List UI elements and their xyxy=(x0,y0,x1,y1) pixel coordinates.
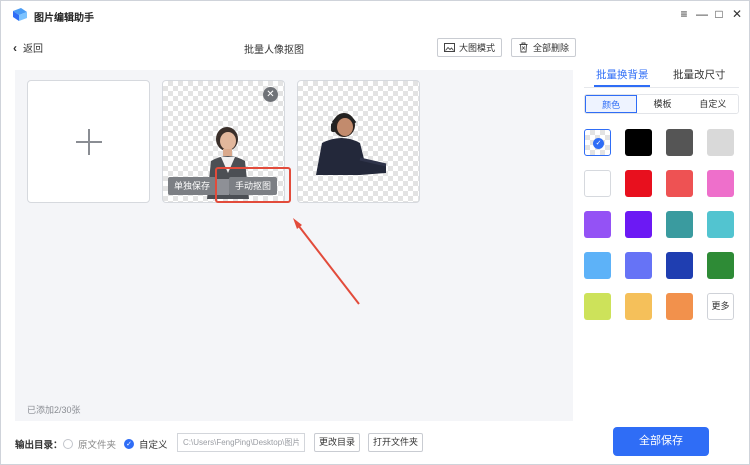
toolbar: ‹ 返回 批量人像抠图 大图模式 全部删除 xyxy=(1,35,576,59)
subtab-template[interactable]: 模板 xyxy=(637,95,688,113)
chevron-left-icon: ‹ xyxy=(13,40,17,55)
subtab-custom[interactable]: 自定义 xyxy=(687,95,738,113)
delete-all-label: 全部删除 xyxy=(533,43,570,53)
back-label: 返回 xyxy=(23,44,43,55)
color-swatch[interactable] xyxy=(707,129,734,156)
color-swatch[interactable] xyxy=(625,293,652,320)
close-window-button[interactable]: ✕ xyxy=(730,7,744,21)
app-logo-icon xyxy=(13,8,27,21)
tab-batch-resize[interactable]: 批量改尺寸 xyxy=(673,67,726,82)
change-dir-button[interactable]: 更改目录 xyxy=(314,433,361,452)
color-swatch[interactable] xyxy=(584,252,611,279)
large-view-button[interactable]: 大图模式 xyxy=(437,38,503,57)
radio-checked-icon: ✓ xyxy=(124,439,134,449)
radio-original-folder[interactable]: 原文件夹 xyxy=(63,437,116,451)
plus-icon-vertical xyxy=(88,129,90,155)
color-swatch[interactable] xyxy=(707,170,734,197)
check-icon: ✓ xyxy=(593,138,604,149)
more-colors-button[interactable]: 更多 xyxy=(707,293,734,320)
subtab-color[interactable]: 颜色 xyxy=(585,95,638,113)
remove-image-button[interactable]: ✕ xyxy=(263,87,278,102)
color-swatch[interactable] xyxy=(707,211,734,238)
color-swatch[interactable] xyxy=(625,252,652,279)
color-swatch[interactable] xyxy=(666,129,693,156)
color-swatch[interactable]: ✓ xyxy=(584,129,611,156)
back-button[interactable]: ‹ 返回 xyxy=(13,40,43,56)
color-swatch[interactable] xyxy=(584,293,611,320)
color-swatch[interactable] xyxy=(707,252,734,279)
man-portrait-cutout xyxy=(316,113,387,175)
delete-all-button[interactable]: 全部删除 xyxy=(511,38,576,57)
add-image-tile[interactable] xyxy=(27,80,150,203)
maximize-button[interactable]: □ xyxy=(712,7,726,21)
app-window: 图片编辑助手 ≡ — □ ✕ ‹ 返回 批量人像抠图 大图模式 全部删除 ✕ 单… xyxy=(0,0,750,465)
menu-icon[interactable]: ≡ xyxy=(677,7,691,21)
color-swatch[interactable] xyxy=(625,211,652,238)
color-swatch[interactable] xyxy=(625,129,652,156)
background-subtabs: 颜色 模板 自定义 xyxy=(584,94,739,114)
save-single-button[interactable]: 单独保存 xyxy=(168,177,217,195)
image-icon xyxy=(444,43,455,52)
radio-custom-folder[interactable]: ✓ 自定义 xyxy=(124,437,168,451)
color-swatch[interactable] xyxy=(666,211,693,238)
annotation-highlight-box xyxy=(215,167,291,203)
app-title: 图片编辑助手 xyxy=(34,13,94,24)
open-folder-button[interactable]: 打开文件夹 xyxy=(368,433,424,452)
page-title: 批量人像抠图 xyxy=(244,45,304,56)
radio-original-label: 原文件夹 xyxy=(78,440,117,451)
output-dir-label: 输出目录： xyxy=(15,440,63,451)
radio-unchecked-icon xyxy=(63,439,73,449)
color-swatch[interactable] xyxy=(584,170,611,197)
image-canvas: ✕ 单独保存 手动抠图 已添加2/30张 xyxy=(15,70,573,421)
large-view-label: 大图模式 xyxy=(459,43,496,53)
image-tile-2[interactable] xyxy=(297,80,420,203)
minimize-button[interactable]: — xyxy=(695,7,709,21)
trash-icon xyxy=(519,42,528,53)
color-swatch[interactable] xyxy=(666,252,693,279)
radio-custom-label: 自定义 xyxy=(139,440,168,451)
color-swatch[interactable] xyxy=(625,170,652,197)
panel-divider xyxy=(584,87,739,88)
color-swatch[interactable] xyxy=(666,293,693,320)
title-bar: 图片编辑助手 ≡ — □ ✕ xyxy=(1,1,749,29)
color-swatch[interactable] xyxy=(584,211,611,238)
output-path-field[interactable] xyxy=(177,433,305,452)
added-count: 已添加2/30张 xyxy=(27,405,81,415)
tab-batch-background[interactable]: 批量换背景 xyxy=(596,67,649,82)
color-swatch[interactable] xyxy=(666,170,693,197)
save-all-button[interactable]: 全部保存 xyxy=(613,427,709,456)
